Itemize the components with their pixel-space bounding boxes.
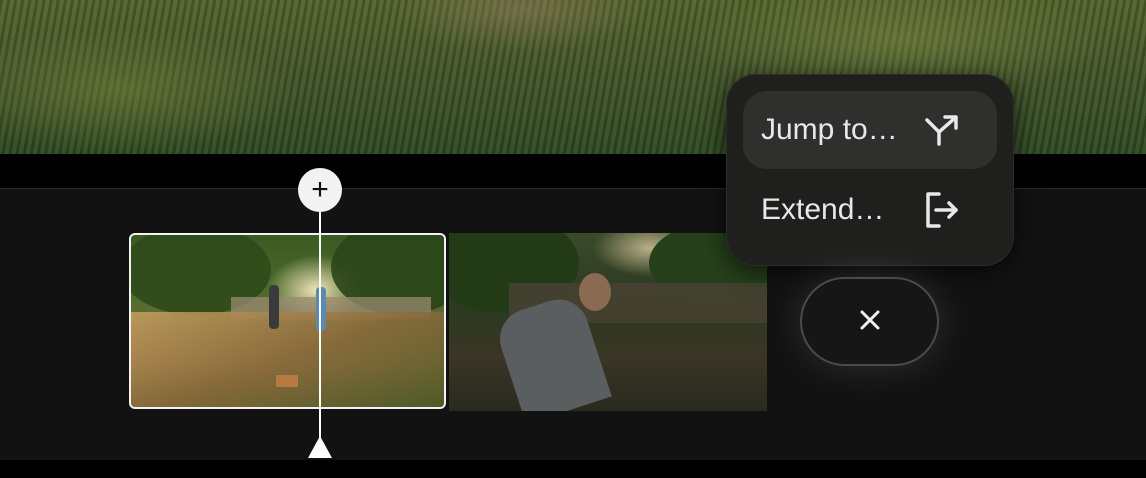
playhead-handle[interactable] [308,436,332,458]
jump-to-icon [923,110,963,150]
clip-figure [269,285,279,329]
timeline-clip-selected[interactable] [129,233,446,409]
close-menu-button[interactable] [800,277,939,366]
close-icon [859,309,881,334]
clip-scenery [276,375,298,387]
clip-scenery [131,312,444,407]
menu-item-jump-to[interactable]: Jump to… [743,91,997,169]
add-clip-button[interactable]: + [298,168,342,212]
context-menu: Jump to… Extend… [726,74,1014,266]
extend-icon [923,190,963,230]
clip-figure [316,287,326,331]
timeline-clip[interactable] [449,233,767,411]
menu-item-label: Extend… [761,193,885,226]
menu-item-label: Jump to… [761,113,898,146]
menu-item-extend[interactable]: Extend… [743,171,997,249]
bottom-bar [0,460,1146,478]
playhead-line[interactable] [319,210,321,450]
clip-figure [579,273,611,311]
